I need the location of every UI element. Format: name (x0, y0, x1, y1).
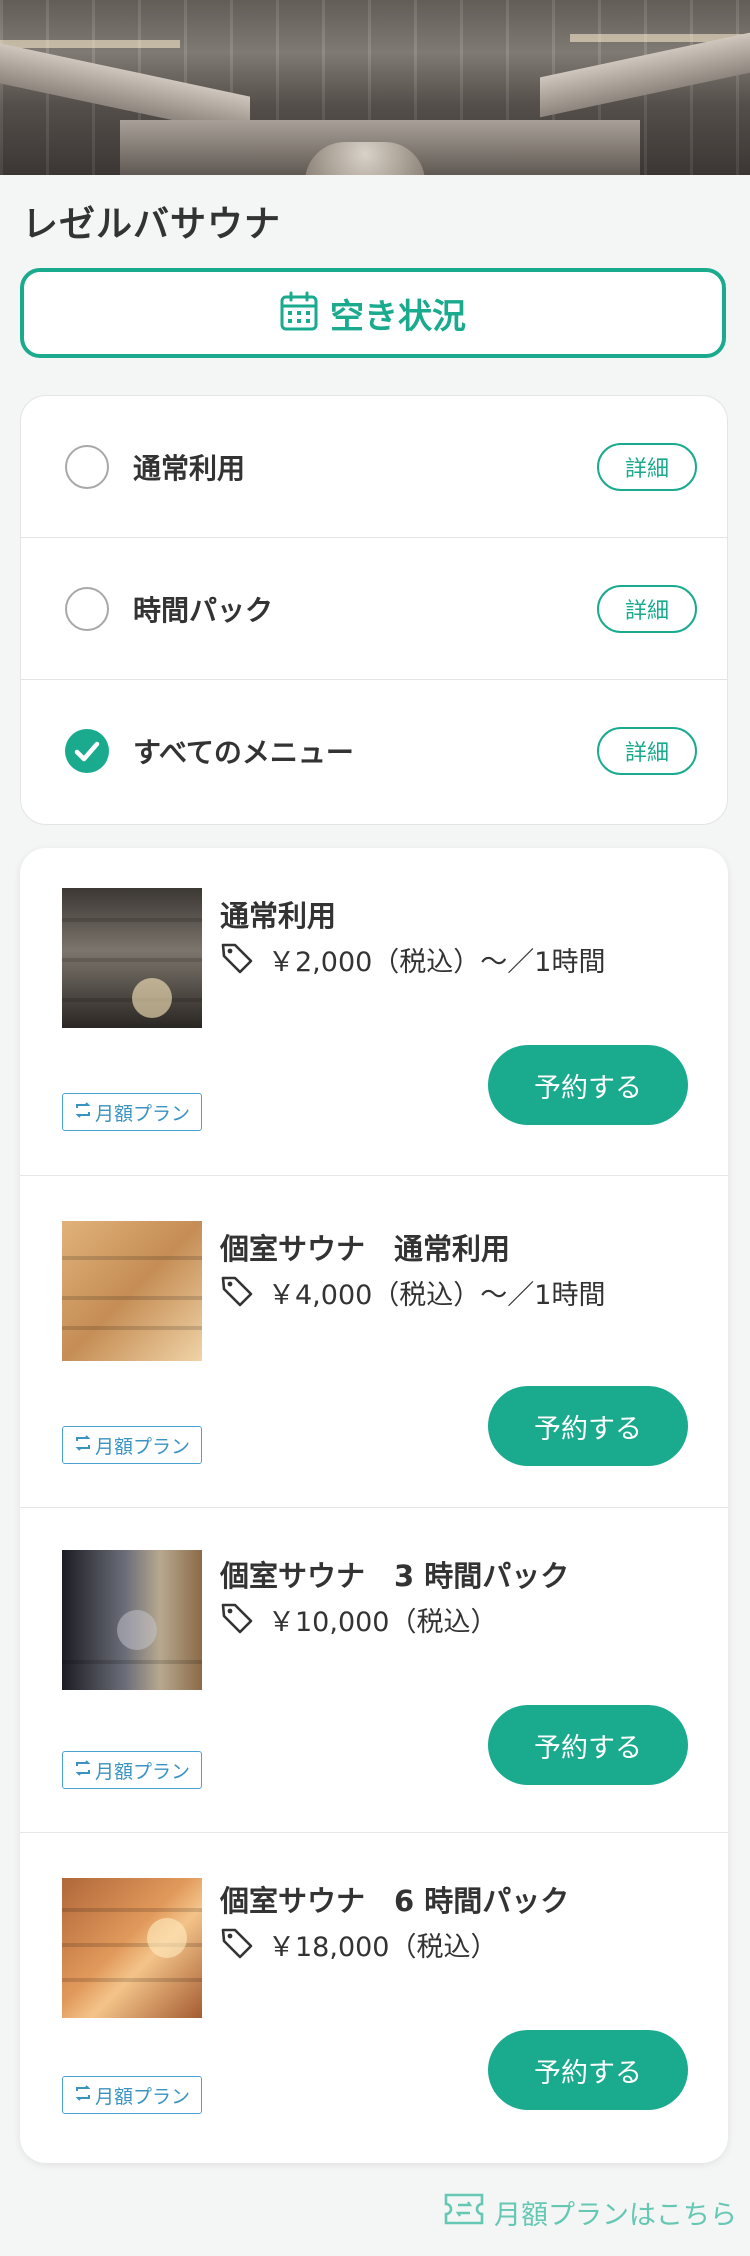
menu-thumbnail (62, 1550, 202, 1690)
availability-button[interactable]: 空き状況 (20, 268, 726, 358)
monthly-plan-link-label: 月額プランはこちら (494, 2199, 737, 2231)
page-title: レゼルバサウナ (22, 204, 282, 245)
filter-label: 時間パック (133, 593, 274, 627)
filter-label: すべてのメニュー (133, 736, 354, 769)
price-row: ￥10,000（税込） (220, 1600, 497, 1639)
filter-option-all-menus[interactable]: すべてのメニュー 詳細 (21, 680, 727, 822)
menu-price: ￥10,000（税込） (268, 1607, 498, 1638)
menu-name: 個室サウナ 3 時間パック (220, 1559, 570, 1593)
menu-thumbnail (62, 1878, 202, 2018)
filter-option-regular[interactable]: 通常利用 詳細 (21, 396, 727, 538)
monthly-plan-label: 月額プラン (94, 1102, 190, 1125)
reserve-button[interactable]: 予約する (488, 1386, 688, 1466)
repeat-icon (74, 1434, 92, 1457)
tag-icon (220, 941, 254, 979)
tag-icon (220, 1274, 254, 1312)
menu-item: 通常利用 ￥2,000（税込）〜／1時間 予約する 月額プラン (20, 848, 728, 1176)
filter-label: 通常利用 (133, 451, 246, 485)
repeat-icon (74, 1759, 92, 1782)
menu-thumbnail (62, 888, 202, 1028)
reserve-button[interactable]: 予約する (488, 1705, 688, 1785)
menu-item: 個室サウナ 通常利用 ￥4,000（税込）〜／1時間 予約する 月額プラン (20, 1176, 728, 1508)
menu-list: 通常利用 ￥2,000（税込）〜／1時間 予約する 月額プラン 個室サウナ 通常… (20, 848, 728, 2163)
monthly-plan-badge: 月額プラン (62, 2076, 202, 2114)
price-row: ￥18,000（税込） (220, 1925, 497, 1964)
radio-button[interactable] (65, 586, 109, 631)
repeat-icon (74, 2084, 92, 2107)
availability-label: 空き状況 (330, 296, 466, 337)
menu-name: 通常利用 (220, 899, 337, 933)
price-row: ￥2,000（税込）〜／1時間 (220, 940, 605, 979)
menu-price: ￥2,000（税込）〜／1時間 (268, 947, 606, 978)
monthly-plan-label: 月額プラン (94, 1760, 190, 1783)
hero-image (0, 0, 750, 175)
detail-button[interactable]: 詳細 (597, 727, 697, 775)
check-icon (74, 741, 100, 762)
menu-price: ￥4,000（税込）〜／1時間 (268, 1280, 606, 1311)
menu-filter-list: 通常利用 詳細 時間パック 詳細 すべてのメニュー 詳細 (20, 395, 728, 825)
detail-button[interactable]: 詳細 (597, 584, 697, 633)
monthly-plan-badge: 月額プラン (62, 1093, 202, 1131)
monthly-plan-label: 月額プラン (94, 1435, 190, 1458)
filter-option-time-pack[interactable]: 時間パック 詳細 (21, 538, 727, 680)
repeat-icon (74, 1101, 92, 1124)
radio-button[interactable] (65, 444, 109, 489)
ticket-icon (440, 2187, 488, 2238)
menu-price: ￥18,000（税込） (268, 1932, 498, 1963)
calendar-icon (280, 291, 318, 335)
menu-item: 個室サウナ 3 時間パック ￥10,000（税込） 予約する 月額プラン (20, 1508, 728, 1833)
reserve-button[interactable]: 予約する (488, 2030, 688, 2110)
monthly-plan-badge: 月額プラン (62, 1426, 202, 1464)
price-row: ￥4,000（税込）〜／1時間 (220, 1273, 605, 1312)
radio-button-checked[interactable] (65, 729, 109, 773)
monthly-plan-link[interactable]: 月額プランはこちら (440, 2190, 737, 2234)
menu-item: 個室サウナ 6 時間パック ￥18,000（税込） 予約する 月額プラン (20, 1833, 728, 2163)
tag-icon (220, 1601, 254, 1639)
menu-thumbnail (62, 1221, 202, 1361)
monthly-plan-badge: 月額プラン (62, 1751, 202, 1789)
tag-icon (220, 1926, 254, 1964)
menu-name: 個室サウナ 6 時間パック (220, 1884, 570, 1918)
reserve-button[interactable]: 予約する (488, 1045, 688, 1125)
monthly-plan-label: 月額プラン (94, 2085, 190, 2108)
menu-name: 個室サウナ 通常利用 (220, 1232, 511, 1266)
detail-button[interactable]: 詳細 (597, 442, 697, 491)
